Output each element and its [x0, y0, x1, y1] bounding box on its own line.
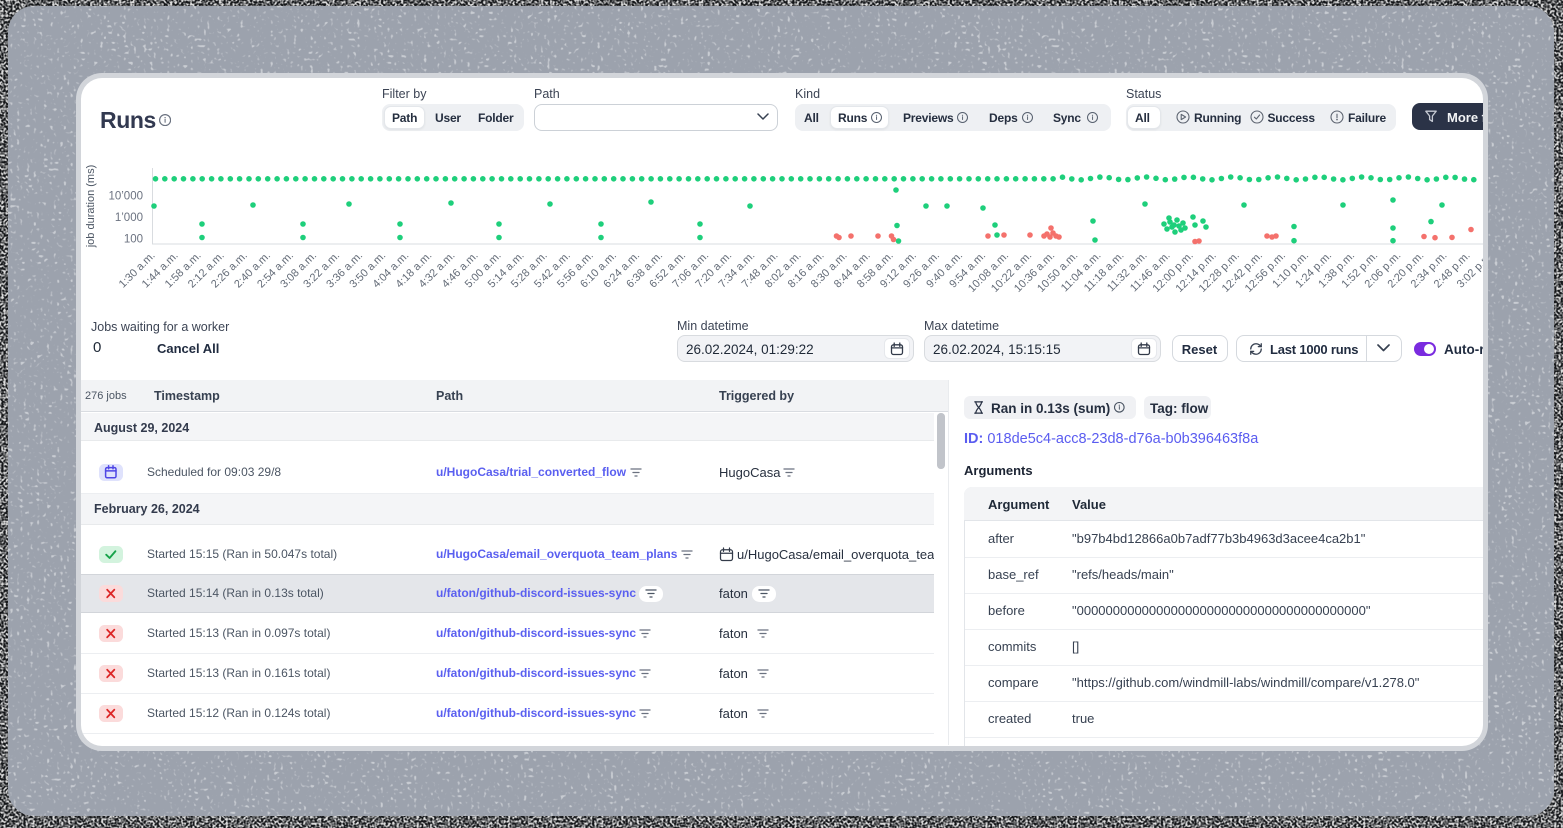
svg-text:10’000: 10’000	[108, 191, 143, 203]
svg-text:1’000: 1’000	[115, 212, 143, 224]
svg-text:100: 100	[124, 234, 143, 246]
svg-text:job duration (ms): job duration (ms)	[85, 165, 97, 249]
